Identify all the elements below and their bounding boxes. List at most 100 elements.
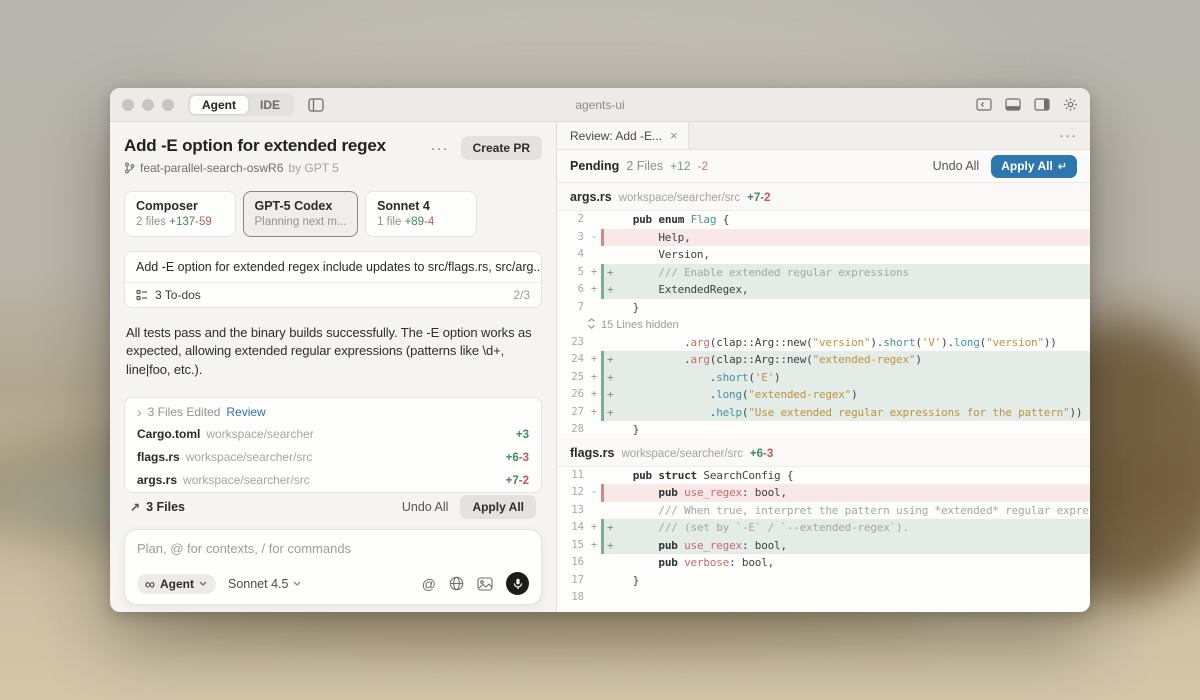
agent-status-text: Planning next m... bbox=[255, 216, 347, 228]
right-panel-icon[interactable] bbox=[1034, 98, 1050, 111]
review-undo-all-button[interactable]: Undo All bbox=[933, 159, 980, 173]
line-code: Help, bbox=[604, 229, 1090, 247]
review-apply-all-button[interactable]: Apply All ↵ bbox=[991, 155, 1077, 178]
file-row[interactable]: Cargo.tomlworkspace/searcher+3 bbox=[125, 423, 541, 446]
agent-card[interactable]: Sonnet 41 file +89-4 bbox=[365, 191, 477, 237]
settings-gear-icon[interactable] bbox=[1063, 97, 1078, 112]
line-code: + ExtendedRegex, bbox=[604, 281, 1090, 299]
agent-card-status: 2 files +137-59 bbox=[136, 216, 224, 228]
agent-added-count: +137 bbox=[169, 216, 195, 228]
diff-file-path: workspace/searcher/src bbox=[619, 192, 740, 204]
bottom-panel-icon[interactable] bbox=[1005, 98, 1021, 111]
line-number: 15 bbox=[557, 537, 587, 555]
code-token: use_regex bbox=[684, 539, 742, 552]
tab-ide[interactable]: IDE bbox=[248, 96, 292, 114]
code-token: Flag bbox=[691, 213, 717, 226]
line-body: + ExtendedRegex, bbox=[601, 281, 1090, 299]
code-token: . bbox=[607, 336, 691, 349]
task-title-block: Add -E option for extended regex feat-pa… bbox=[124, 136, 386, 175]
diff-line: 5++ /// Enable extended regular expressi… bbox=[557, 264, 1090, 282]
tab-agent[interactable]: Agent bbox=[190, 96, 248, 114]
line-change-sign: + bbox=[587, 404, 601, 422]
files-edited-label: 3 Files Edited bbox=[148, 405, 221, 419]
more-options-icon[interactable]: ··· bbox=[431, 141, 449, 156]
line-body: pub verbose: bool, bbox=[601, 554, 1090, 572]
files-edited-header[interactable]: › 3 Files Edited Review bbox=[125, 398, 541, 423]
review-link[interactable]: Review bbox=[226, 405, 265, 419]
undo-all-button[interactable]: Undo All bbox=[402, 500, 449, 514]
code-token: long bbox=[954, 336, 980, 349]
line-change-sign: + bbox=[587, 519, 601, 537]
diff-file-header[interactable]: args.rsworkspace/searcher/src+7-2 bbox=[557, 183, 1090, 211]
file-row[interactable]: flags.rsworkspace/searcher/src+6-3 bbox=[125, 446, 541, 469]
diff-line: 17 } bbox=[557, 572, 1090, 590]
code-token: (clap::Arg::new( bbox=[710, 353, 813, 366]
code-token bbox=[613, 521, 658, 534]
agent-mode-dropdown[interactable]: ∞ Agent bbox=[137, 574, 216, 594]
todo-card[interactable]: Add -E option for extended regex include… bbox=[124, 251, 542, 308]
apply-all-button[interactable]: Apply All bbox=[460, 495, 536, 519]
line-code: } bbox=[604, 299, 1090, 317]
hidden-lines-toggle[interactable]: 15 Lines hidden bbox=[557, 316, 1090, 334]
minimize-window-button[interactable] bbox=[142, 99, 154, 111]
review-tab[interactable]: Review: Add -E... × bbox=[557, 122, 689, 149]
diff-line: 2 pub enum Flag { bbox=[557, 211, 1090, 229]
composer-controls: ∞ Agent Sonnet 4.5 @ bbox=[137, 572, 529, 595]
tabstrip-more-icon[interactable]: ··· bbox=[1046, 122, 1090, 149]
zoom-window-button[interactable] bbox=[162, 99, 174, 111]
line-number: 26 bbox=[557, 386, 587, 404]
line-number: 18 bbox=[557, 589, 587, 607]
code-token: /// When true, interpret the pattern usi… bbox=[658, 504, 1090, 517]
line-body: + /// (set by `-E` / `--extended-regex`)… bbox=[601, 519, 1090, 537]
mention-icon[interactable]: @ bbox=[422, 576, 436, 592]
code-token: } bbox=[607, 301, 639, 314]
code-token: "extended-regex" bbox=[813, 353, 916, 366]
voice-mic-button[interactable] bbox=[506, 572, 529, 595]
code-token: long bbox=[716, 388, 742, 401]
diff-file-counts: +6-3 bbox=[750, 448, 773, 460]
prompt-input[interactable]: Plan, @ for contexts, / for commands bbox=[137, 541, 529, 556]
line-change-sign bbox=[587, 554, 601, 572]
line-body: } bbox=[601, 421, 1090, 439]
code-token: ) bbox=[851, 388, 857, 401]
diff-file-header[interactable]: flags.rsworkspace/searcher/src+6-3 bbox=[557, 439, 1090, 467]
line-change-sign: + bbox=[587, 281, 601, 299]
agent-card-status: Planning next m... bbox=[255, 216, 347, 228]
code-token: 'V' bbox=[922, 336, 941, 349]
close-tab-icon[interactable]: × bbox=[670, 128, 678, 143]
apply-row: ↗ 3 Files Undo All Apply All bbox=[124, 493, 542, 529]
code-token: pub bbox=[633, 213, 652, 226]
line-body bbox=[601, 589, 1090, 607]
expand-arrow-icon: ↗ bbox=[130, 500, 140, 514]
line-code: + .long("extended-regex") bbox=[604, 386, 1090, 404]
line-body: + pub use_regex: bool, bbox=[601, 537, 1090, 555]
titlebar-actions bbox=[976, 97, 1078, 112]
diff-removed: -3 bbox=[763, 448, 773, 460]
line-code: pub struct SearchConfig { bbox=[604, 467, 1090, 485]
file-removed: -3 bbox=[519, 452, 529, 464]
code-token: )) bbox=[1044, 336, 1057, 349]
unfold-lines-icon bbox=[587, 318, 596, 332]
code-token: Help, bbox=[607, 231, 691, 244]
line-number: 4 bbox=[557, 246, 587, 264]
agent-card[interactable]: Composer2 files +137-59 bbox=[124, 191, 236, 237]
close-window-button[interactable] bbox=[122, 99, 134, 111]
branch-name[interactable]: feat-parallel-search-oswR6 bbox=[140, 161, 283, 175]
image-attach-icon[interactable] bbox=[477, 577, 493, 591]
code-token: . bbox=[613, 388, 716, 401]
line-change-sign: + bbox=[587, 369, 601, 387]
line-number: 6 bbox=[557, 281, 587, 299]
agent-card[interactable]: GPT-5 CodexPlanning next m... bbox=[243, 191, 358, 237]
create-pr-button[interactable]: Create PR bbox=[461, 136, 542, 160]
agent-files-count: 2 files bbox=[136, 216, 169, 228]
line-number: 5 bbox=[557, 264, 587, 282]
files-summary-toggle[interactable]: ↗ 3 Files bbox=[130, 500, 185, 514]
pending-status: Pending bbox=[570, 159, 619, 173]
line-change-sign: + bbox=[587, 386, 601, 404]
sidebar-toggle-icon[interactable] bbox=[308, 98, 324, 112]
collapse-left-panel-icon[interactable] bbox=[976, 98, 992, 111]
agent-added-count: +89 bbox=[405, 216, 425, 228]
web-globe-icon[interactable] bbox=[449, 576, 464, 591]
file-row[interactable]: args.rsworkspace/searcher/src+7-2 bbox=[125, 469, 541, 492]
model-dropdown[interactable]: Sonnet 4.5 bbox=[228, 577, 301, 591]
